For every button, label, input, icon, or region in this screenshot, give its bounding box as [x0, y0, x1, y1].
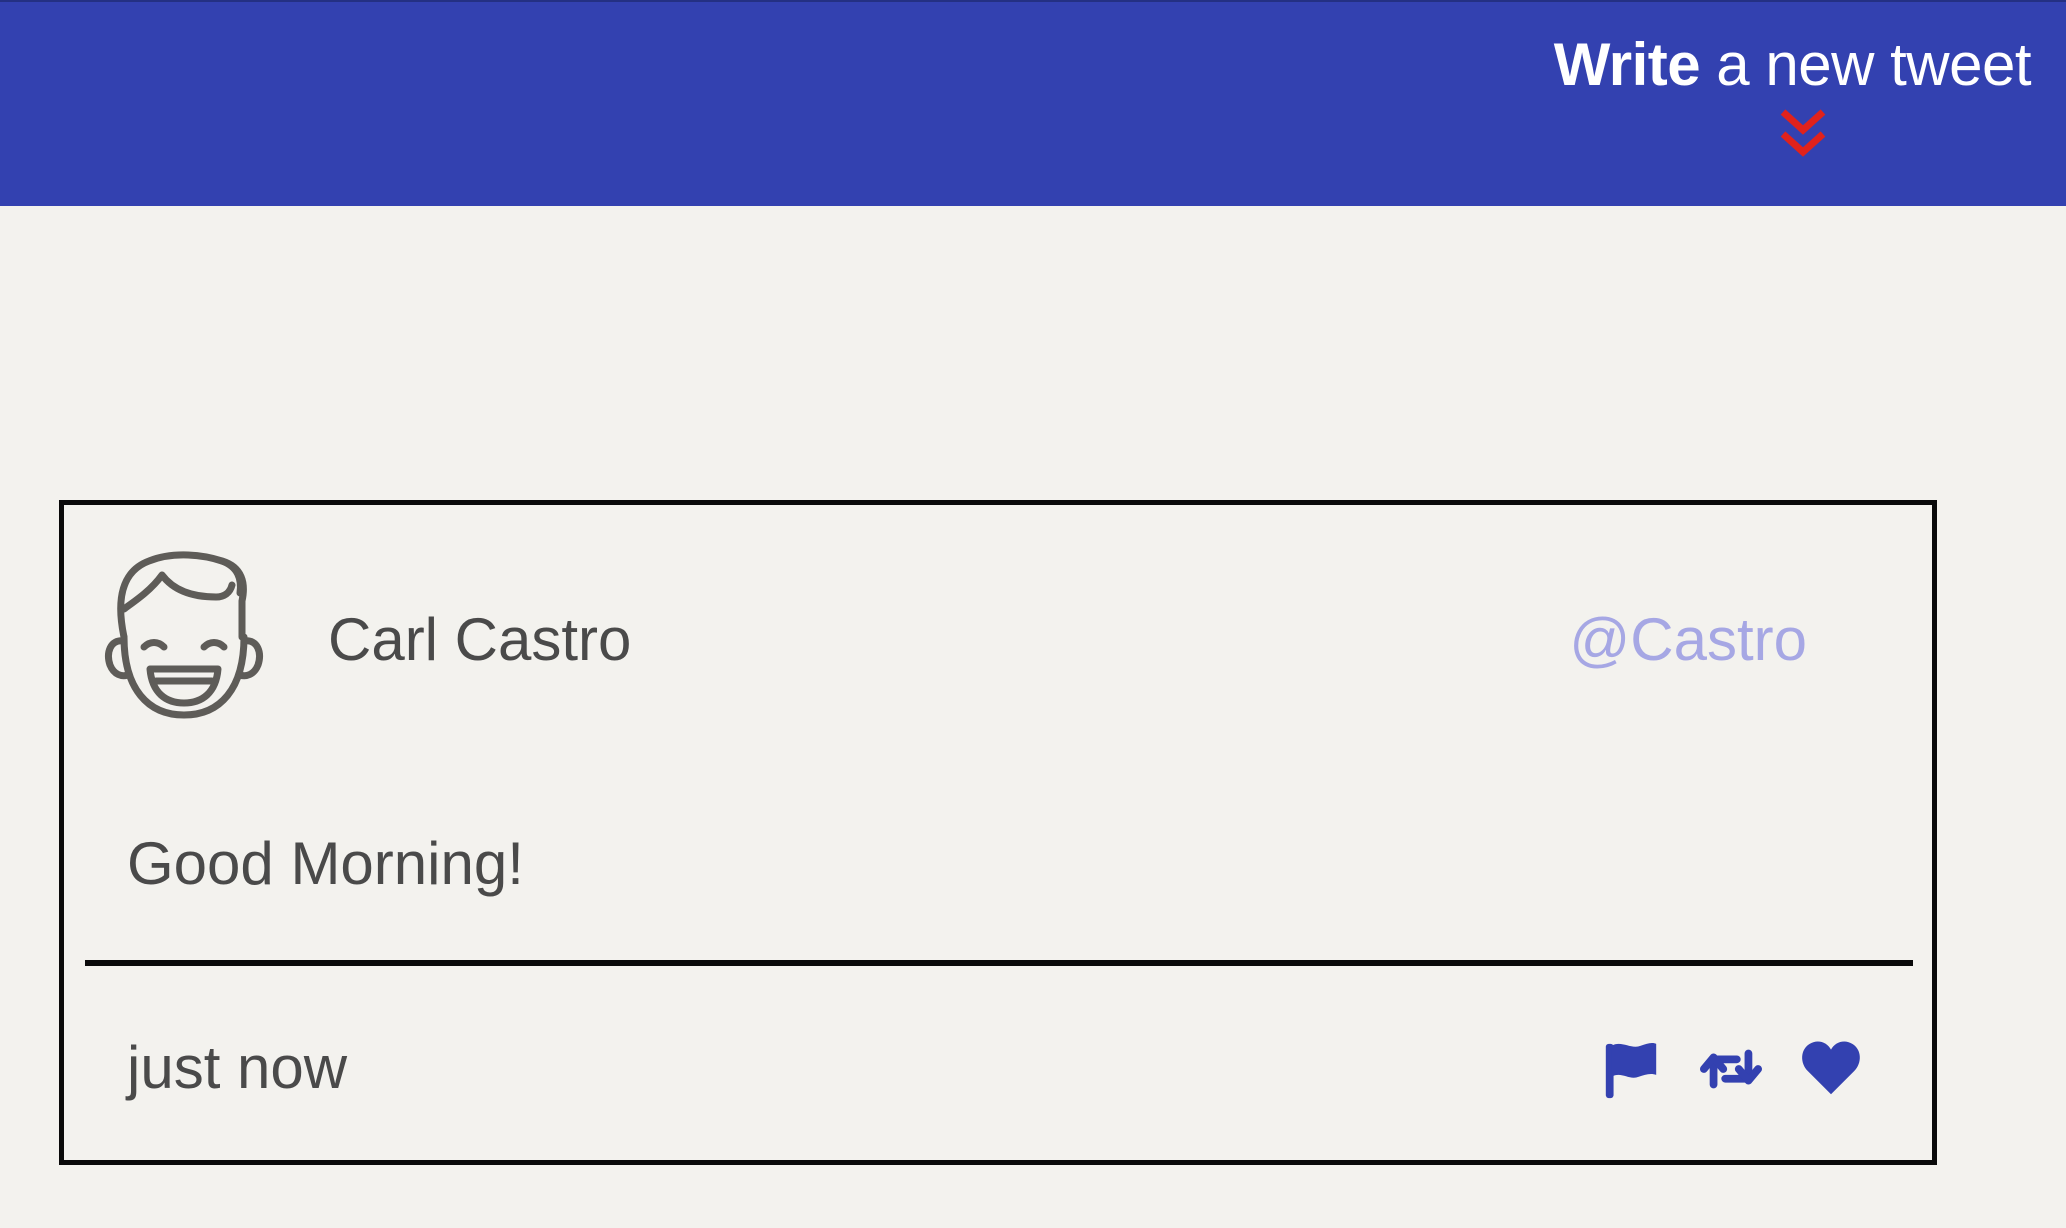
write-new-tweet-toggle[interactable]: Write a new tweet: [1553, 30, 2032, 99]
tweet-card: Carl Castro @Castro Good Morning! just n…: [59, 500, 1937, 1165]
tweet-divider: [85, 960, 1913, 966]
author-handle[interactable]: @Castro: [1569, 605, 1807, 674]
tweet-timestamp: just now: [127, 1034, 348, 1101]
heart-icon[interactable]: [1800, 1038, 1862, 1100]
compose-label-strong: Write: [1553, 31, 1701, 98]
smiling-face-avatar-icon: [105, 551, 263, 719]
tweet-actions: [1600, 1033, 1862, 1105]
page: Write a new tweet Carl Castro @Castro Go…: [0, 0, 2066, 1228]
double-chevron-down-icon[interactable]: [1775, 106, 1831, 162]
compose-label-rest: a new tweet: [1700, 31, 2031, 98]
tweet-text: Good Morning!: [127, 830, 524, 897]
top-navigation-bar: Write a new tweet: [0, 0, 2066, 206]
author-name: Carl Castro: [328, 606, 632, 673]
flag-icon[interactable]: [1600, 1038, 1662, 1100]
retweet-icon[interactable]: [1700, 1038, 1762, 1100]
